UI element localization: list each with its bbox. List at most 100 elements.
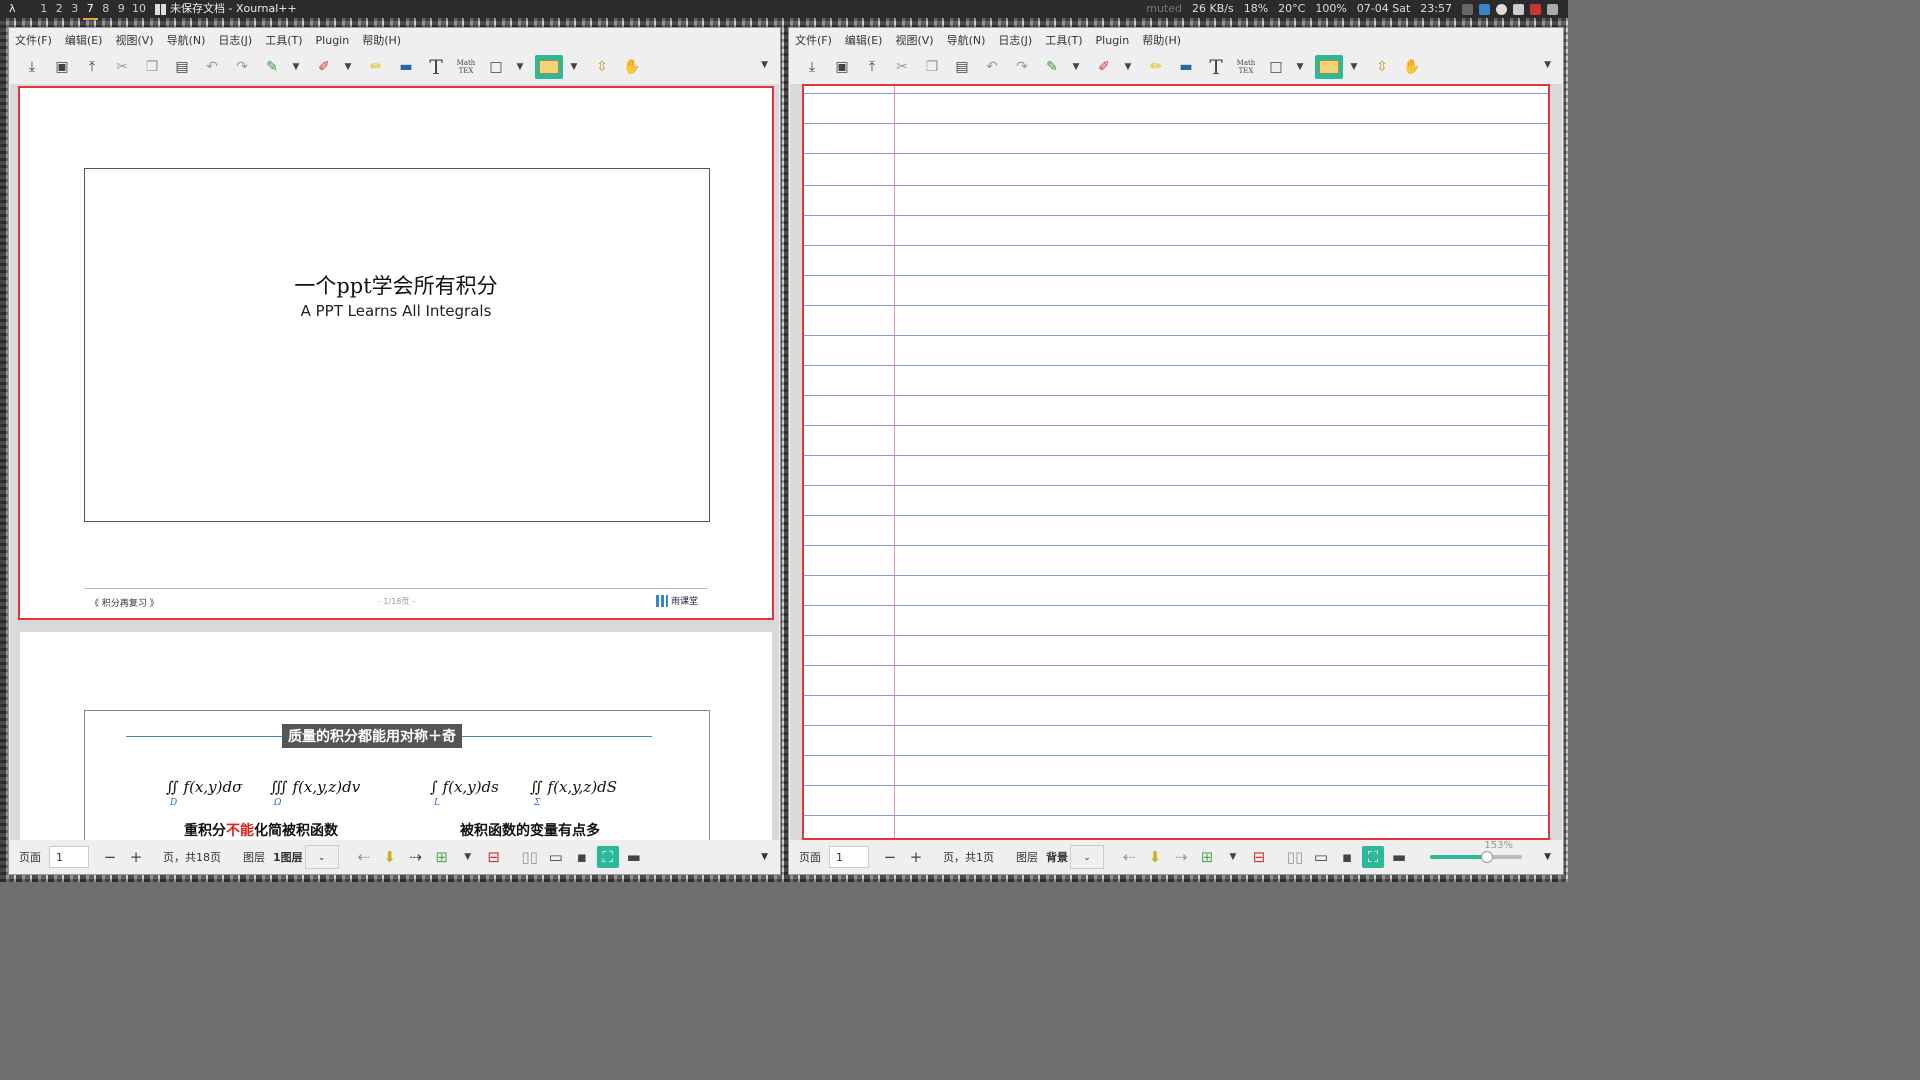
eraser-dropdown-icon[interactable]: ▼	[1121, 55, 1135, 79]
delete-layer-icon[interactable]: ⊟	[483, 848, 505, 866]
menu-help[interactable]: 帮助(H)	[362, 32, 401, 48]
select-rect-icon[interactable]	[535, 55, 563, 79]
select-dropdown-icon[interactable]: ▼	[567, 55, 581, 79]
delete-layer-icon[interactable]: ⊟	[1248, 848, 1270, 866]
volume-status[interactable]: muted	[1146, 0, 1182, 18]
page-1[interactable]: 一个ppt学会所有积分 A PPT Learns All Integrals 《…	[18, 86, 774, 620]
eraser-dropdown-icon[interactable]: ▼	[341, 55, 355, 79]
image-icon[interactable]: ▬	[393, 55, 419, 79]
new-layer-icon[interactable]: ⊞	[1196, 848, 1218, 866]
pen-icon[interactable]: ✎	[1039, 55, 1065, 79]
page-number-input[interactable]: 1	[829, 846, 869, 868]
menu-navigate[interactable]: 导航(N)	[947, 32, 986, 48]
document-area-right[interactable]	[790, 84, 1562, 840]
tray-circle-icon[interactable]	[1496, 3, 1507, 15]
vertical-space-icon[interactable]: ⇳	[589, 55, 615, 79]
wifi-icon[interactable]	[1513, 3, 1524, 15]
eraser-icon[interactable]: ✐	[1091, 55, 1117, 79]
select-rect-icon[interactable]	[1315, 55, 1343, 79]
workspace-8[interactable]: 8	[98, 0, 114, 20]
image-icon[interactable]: ▬	[1173, 55, 1199, 79]
highlighter-icon[interactable]: ✏	[1143, 55, 1169, 79]
menu-file[interactable]: 文件(F)	[15, 32, 52, 48]
toolbar-overflow-icon[interactable]: ▼	[761, 60, 768, 70]
toolbar-overflow-icon[interactable]: ▼	[1544, 60, 1551, 70]
text-icon[interactable]: T	[1203, 55, 1229, 79]
save-icon[interactable]: ⤓	[19, 55, 45, 79]
layer-dropdown[interactable]: ⌄	[304, 845, 339, 869]
taskbar-item[interactable]: 未保存文档 - Xournal++	[155, 0, 297, 18]
new-page-icon[interactable]: ▣	[829, 55, 855, 79]
statusbar-overflow-icon[interactable]: ▼	[761, 852, 768, 862]
menu-help[interactable]: 帮助(H)	[1142, 32, 1181, 48]
pen-dropdown-icon[interactable]: ▼	[1069, 55, 1083, 79]
text-icon[interactable]: T	[423, 55, 449, 79]
math-tex-icon[interactable]: Math TEX	[453, 55, 479, 79]
menu-navigate[interactable]: 导航(N)	[167, 32, 206, 48]
layer-down-icon[interactable]: ⬇	[379, 848, 401, 866]
menu-journal[interactable]: 日志(J)	[998, 32, 1032, 48]
presentation-mode-icon[interactable]: ▭	[1310, 848, 1332, 866]
cut-icon[interactable]: ✂	[109, 55, 135, 79]
tray-app-icon[interactable]	[1462, 3, 1473, 15]
copy-icon[interactable]: ❐	[139, 55, 165, 79]
page-increment-button[interactable]: +	[905, 848, 927, 866]
workspace-9[interactable]: 9	[114, 0, 130, 20]
redo-icon[interactable]: ↷	[1009, 55, 1035, 79]
menu-view[interactable]: 视图(V)	[115, 32, 153, 48]
math-tex-icon[interactable]: Math TEX	[1233, 55, 1259, 79]
new-layer-icon[interactable]: ⊞	[431, 848, 453, 866]
page-number-input[interactable]: 1	[49, 846, 89, 868]
menu-view[interactable]: 视图(V)	[895, 32, 933, 48]
paste-icon[interactable]: ▤	[169, 55, 195, 79]
hand-icon[interactable]: ✋	[619, 55, 645, 79]
zoom-slider[interactable]	[1430, 851, 1522, 863]
menu-file[interactable]: 文件(F)	[795, 32, 832, 48]
statusbar-overflow-icon[interactable]: ▼	[1544, 852, 1551, 862]
paste-icon[interactable]: ▤	[949, 55, 975, 79]
fullscreen-icon[interactable]: ⛶	[1362, 846, 1384, 868]
shape-icon[interactable]: □	[483, 55, 509, 79]
workspace-3[interactable]: 3	[67, 0, 83, 20]
workspace-10[interactable]: 10	[129, 0, 149, 20]
hand-icon[interactable]: ✋	[1399, 55, 1425, 79]
layer-dropdown[interactable]: ⌄	[1070, 845, 1104, 869]
page-decrement-button[interactable]: −	[99, 848, 121, 866]
ruled-page[interactable]	[802, 84, 1550, 840]
menu-edit[interactable]: 编辑(E)	[845, 32, 883, 48]
undo-icon[interactable]: ↶	[199, 55, 225, 79]
export-icon[interactable]: ⤒	[79, 55, 105, 79]
fullscreen-icon[interactable]: ⛶	[596, 846, 619, 868]
menu-tools[interactable]: 工具(T)	[1045, 32, 1082, 48]
layer-next-icon[interactable]: ⇢	[1170, 848, 1192, 866]
menu-plugin[interactable]: Plugin	[1096, 34, 1130, 47]
export-icon[interactable]: ⤒	[859, 55, 885, 79]
menu-plugin[interactable]: Plugin	[316, 34, 350, 47]
menu-tools[interactable]: 工具(T)	[265, 32, 302, 48]
launcher-icon[interactable]: λ	[9, 0, 16, 18]
zoom-slider-knob[interactable]	[1481, 851, 1493, 863]
highlighter-icon[interactable]: ✏	[363, 55, 389, 79]
layer-previous-icon[interactable]: ⇠	[353, 848, 375, 866]
page-decrement-button[interactable]: −	[879, 848, 901, 866]
vertical-space-icon[interactable]: ⇳	[1369, 55, 1395, 79]
pen-dropdown-icon[interactable]: ▼	[289, 55, 303, 79]
menu-edit[interactable]: 编辑(E)	[65, 32, 103, 48]
single-page-icon[interactable]: ▪	[1336, 848, 1358, 866]
redo-icon[interactable]: ↷	[229, 55, 255, 79]
shape-dropdown-icon[interactable]: ▼	[513, 55, 527, 79]
save-icon[interactable]: ⤓	[799, 55, 825, 79]
layer-down-icon[interactable]: ⬇	[1144, 848, 1166, 866]
layer-next-icon[interactable]: ⇢	[405, 848, 427, 866]
menu-journal[interactable]: 日志(J)	[218, 32, 252, 48]
copy-icon[interactable]: ❐	[919, 55, 945, 79]
shape-dropdown-icon[interactable]: ▼	[1293, 55, 1307, 79]
zoom-out-icon[interactable]: ▬	[1388, 848, 1410, 866]
pen-icon[interactable]: ✎	[259, 55, 285, 79]
new-layer-dropdown-icon[interactable]: ▼	[1222, 852, 1244, 862]
page-increment-button[interactable]: +	[125, 848, 147, 866]
tray-red-icon[interactable]	[1530, 3, 1541, 15]
new-layer-dropdown-icon[interactable]: ▼	[457, 852, 479, 862]
paired-pages-icon[interactable]: ▯▯	[519, 848, 541, 866]
single-page-icon[interactable]: ▪	[571, 848, 593, 866]
